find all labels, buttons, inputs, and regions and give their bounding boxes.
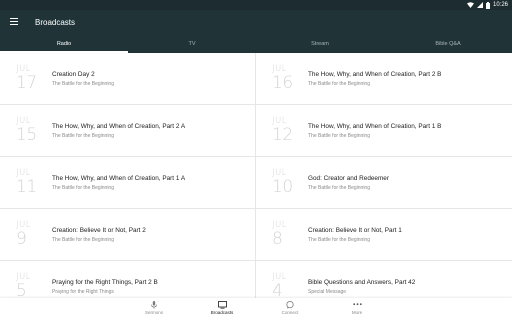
tab-radio[interactable]: Radio <box>0 36 128 53</box>
more-dots-icon <box>337 298 377 309</box>
date-day: 8 <box>272 229 283 249</box>
broadcast-date: JUL 12 <box>272 117 296 145</box>
tab-bible-qa[interactable]: Bible Q&A <box>384 36 512 53</box>
broadcast-card[interactable]: JUL 9 Creation: Believe It or Not, Part 2… <box>0 209 256 261</box>
date-day: 17 <box>16 73 37 93</box>
tab-bar: Radio TV Stream Bible Q&A <box>0 36 512 53</box>
broadcast-card[interactable]: JUL 15 The How, Why, and When of Creation… <box>0 105 256 157</box>
tab-stream[interactable]: Stream <box>256 36 384 53</box>
broadcast-card[interactable]: JUL 12 The How, Why, and When of Creation… <box>256 105 512 157</box>
chat-bubble-icon <box>270 298 310 309</box>
date-day: 11 <box>16 177 37 197</box>
app-title: Broadcasts <box>35 18 76 27</box>
broadcast-series: The Battle for the Beginning <box>52 237 114 243</box>
status-bar: 10:26 <box>0 0 512 10</box>
nav-broadcasts[interactable]: Broadcasts <box>202 298 242 320</box>
wifi-icon <box>466 2 474 8</box>
broadcast-title: The How, Why, and When of Creation, Part… <box>52 123 186 130</box>
broadcast-date: JUL 11 <box>16 169 40 197</box>
nav-label: Broadcasts <box>210 310 234 315</box>
broadcast-card[interactable]: JUL 5 Praying for the Right Things, Part … <box>0 261 256 298</box>
status-time: 10:26 <box>492 2 508 8</box>
broadcast-date: JUL 10 <box>272 169 296 197</box>
nav-connect[interactable]: Connect <box>270 298 310 320</box>
broadcast-card[interactable]: JUL 8 Creation: Believe It or Not, Part 1… <box>256 209 512 261</box>
broadcast-date: JUL 4 <box>272 273 296 299</box>
date-day: 10 <box>272 177 293 197</box>
broadcast-card[interactable]: JUL 16 The How, Why, and When of Creation… <box>256 53 512 105</box>
broadcast-date: JUL 17 <box>16 65 40 93</box>
broadcast-title: God: Creator and Redeemer <box>308 175 389 182</box>
nav-label: More <box>351 310 363 315</box>
broadcast-title: Creation: Believe It or Not, Part 2 <box>52 227 146 234</box>
nav-label: Sermons <box>144 310 163 315</box>
broadcast-title: The How, Why, and When of Creation, Part… <box>308 71 442 78</box>
date-day: 15 <box>16 125 37 145</box>
menu-icon[interactable] <box>10 18 18 25</box>
date-day: 16 <box>272 73 293 93</box>
broadcast-date: JUL 5 <box>16 273 40 299</box>
broadcast-series: The Battle for the Beginning <box>52 185 114 191</box>
broadcast-series: The Battle for the Beginning <box>52 81 114 87</box>
broadcast-card[interactable]: JUL 4 Bible Questions and Answers, Part 4… <box>256 261 512 299</box>
broadcast-series: The Battle for the Beginning <box>308 81 370 87</box>
status-icons: 10:26 <box>466 0 508 10</box>
tab-tv[interactable]: TV <box>128 36 256 53</box>
broadcast-title: Creation Day 2 <box>52 71 95 78</box>
bottom-nav: Sermons Broadcasts Connect More <box>0 298 512 320</box>
app-bar: Broadcasts <box>0 10 512 36</box>
nav-sermons[interactable]: Sermons <box>134 298 174 320</box>
broadcast-title: Praying for the Right Things, Part 2 B <box>52 279 158 286</box>
broadcast-card[interactable]: JUL 10 God: Creator and Redeemer The Battl… <box>256 157 512 209</box>
broadcast-grid: JUL 17 Creation Day 2 The Battle for the B… <box>0 53 512 298</box>
broadcast-series: Praying for the Right Things <box>52 289 114 295</box>
broadcast-date: JUL 15 <box>16 117 40 145</box>
date-day: 5 <box>16 281 27 298</box>
broadcast-series: The Battle for the Beginning <box>308 237 370 243</box>
date-day: 4 <box>272 281 283 298</box>
nav-more[interactable]: More <box>337 298 377 320</box>
nav-label: Connect <box>281 310 299 315</box>
broadcast-title: The How, Why, and When of Creation, Part… <box>308 123 442 130</box>
battery-icon <box>485 1 490 9</box>
broadcast-card[interactable]: JUL 17 Creation Day 2 The Battle for the B… <box>0 53 256 105</box>
broadcast-title: The How, Why, and When of Creation, Part… <box>52 175 186 182</box>
broadcast-series: The Battle for the Beginning <box>308 185 370 191</box>
tv-icon <box>202 298 242 309</box>
broadcast-series: Special Message <box>308 289 347 295</box>
microphone-icon <box>134 298 174 309</box>
date-day: 9 <box>16 229 27 249</box>
broadcast-series: The Battle for the Beginning <box>308 133 370 139</box>
signal-icon <box>476 2 483 8</box>
broadcast-title: Creation: Believe It or Not, Part 1 <box>308 227 402 234</box>
broadcast-date: JUL 9 <box>16 221 40 249</box>
broadcast-title: Bible Questions and Answers, Part 42 <box>308 279 416 286</box>
broadcast-date: JUL 16 <box>272 65 296 93</box>
broadcast-date: JUL 8 <box>272 221 296 249</box>
broadcast-card[interactable]: JUL 11 The How, Why, and When of Creation… <box>0 157 256 209</box>
broadcast-series: The Battle for the Beginning <box>52 133 114 139</box>
date-day: 12 <box>272 125 293 145</box>
